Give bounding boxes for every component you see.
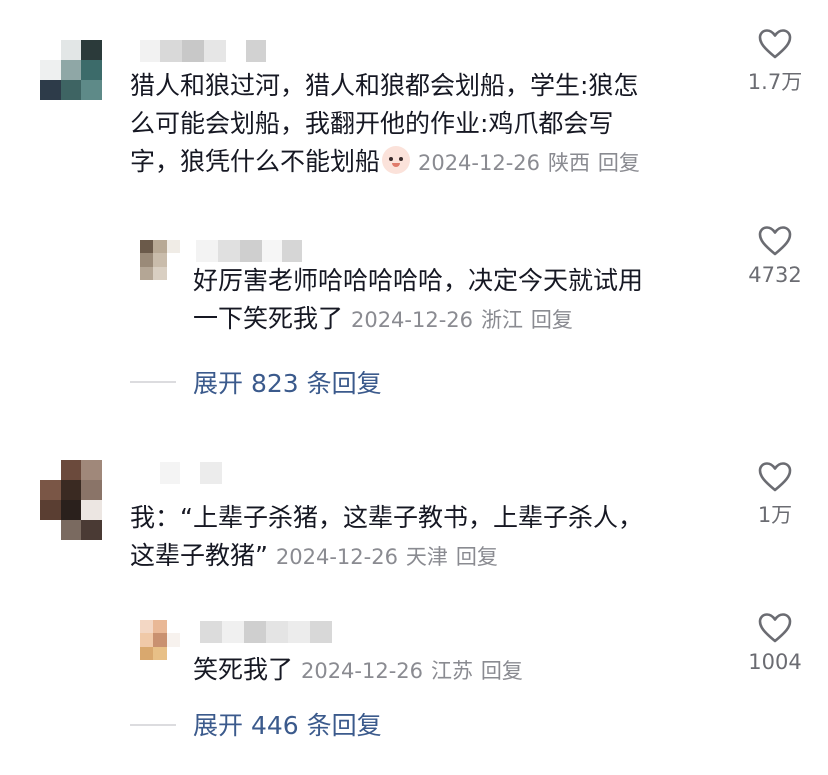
heart-icon	[758, 462, 792, 492]
comment-line: 这辈子教猪” 2024-12-26 天津 回复	[130, 537, 730, 576]
expand-replies-button[interactable]: 展开 823 条回复	[193, 364, 382, 400]
comment-location: 陕西	[547, 151, 590, 175]
expand-divider	[130, 724, 176, 726]
reply-line: 笑死我了 2024-12-26 江苏 回复	[193, 651, 723, 690]
expand-divider	[130, 381, 176, 383]
username-blurred[interactable]	[160, 462, 222, 484]
username-blurred[interactable]	[140, 40, 266, 62]
avatar[interactable]	[40, 460, 102, 540]
reply-button[interactable]: 回复	[456, 545, 498, 569]
reply-button[interactable]: 回复	[531, 308, 573, 332]
heart-icon	[758, 29, 792, 59]
comment-line-text: 字，狼凭什么不能划船	[130, 147, 381, 176]
reply-line-text: 一下笑死我了	[193, 304, 344, 333]
username-blurred[interactable]	[200, 621, 332, 643]
like-count: 4732	[748, 263, 802, 287]
expand-replies-button[interactable]: 展开 446 条回复	[193, 706, 382, 742]
reply-text: 好厉害老师哈哈哈哈哈，决定今天就试用 一下笑死我了 2024-12-26 浙江 …	[193, 262, 723, 339]
comment-line: 么可能会划船，我翻开他的作业:鸡爪都会写	[130, 109, 614, 138]
like-button[interactable]: 4732	[735, 225, 815, 287]
like-count: 1万	[757, 503, 793, 527]
reply-line: 好厉害老师哈哈哈哈哈，决定今天就试用	[193, 266, 644, 295]
reply-location: 江苏	[430, 659, 473, 683]
comment-date: 2024-12-26	[275, 545, 398, 569]
reply-text: 笑死我了 2024-12-26 江苏 回复	[193, 651, 723, 690]
comment-line-text: 这辈子教猪”	[130, 541, 268, 570]
reply-button[interactable]: 回复	[598, 151, 640, 175]
comment-location: 天津	[405, 545, 448, 569]
reply-line: 一下笑死我了 2024-12-26 浙江 回复	[193, 300, 723, 339]
heart-icon	[758, 613, 792, 643]
peach-face-emoji-icon	[382, 146, 411, 174]
reply-button[interactable]: 回复	[481, 659, 523, 683]
reply-date: 2024-12-26	[300, 659, 424, 683]
like-button[interactable]: 1万	[735, 461, 815, 529]
reply-location: 浙江	[480, 308, 523, 332]
avatar[interactable]	[40, 40, 102, 100]
reply-date: 2024-12-26	[350, 308, 474, 332]
comment-line: 猎人和狼过河，猎人和狼都会划船，学生:狼怎	[130, 71, 639, 100]
avatar[interactable]	[140, 240, 180, 280]
like-button[interactable]: 1.7万	[735, 28, 815, 96]
avatar[interactable]	[140, 620, 180, 660]
comment-line: 我：“上辈子杀猪，这辈子教书，上辈子杀人，	[130, 503, 643, 532]
comment-date: 2024-12-26	[417, 151, 541, 175]
comment-text: 我：“上辈子杀猪，这辈子教书，上辈子杀人， 这辈子教猪” 2024-12-26 …	[130, 499, 730, 576]
username-blurred[interactable]	[196, 240, 302, 262]
comment-text: 猎人和狼过河，猎人和狼都会划船，学生:狼怎 么可能会划船，我翻开他的作业:鸡爪都…	[130, 67, 730, 182]
comment-line: 字，狼凭什么不能划船 2024-12-26 陕西 回复	[130, 143, 730, 182]
like-count: 1004	[748, 650, 802, 674]
heart-icon	[758, 226, 792, 256]
like-button[interactable]: 1004	[735, 612, 815, 674]
like-count: 1.7万	[747, 70, 803, 94]
reply-line-text: 笑死我了	[193, 655, 294, 684]
